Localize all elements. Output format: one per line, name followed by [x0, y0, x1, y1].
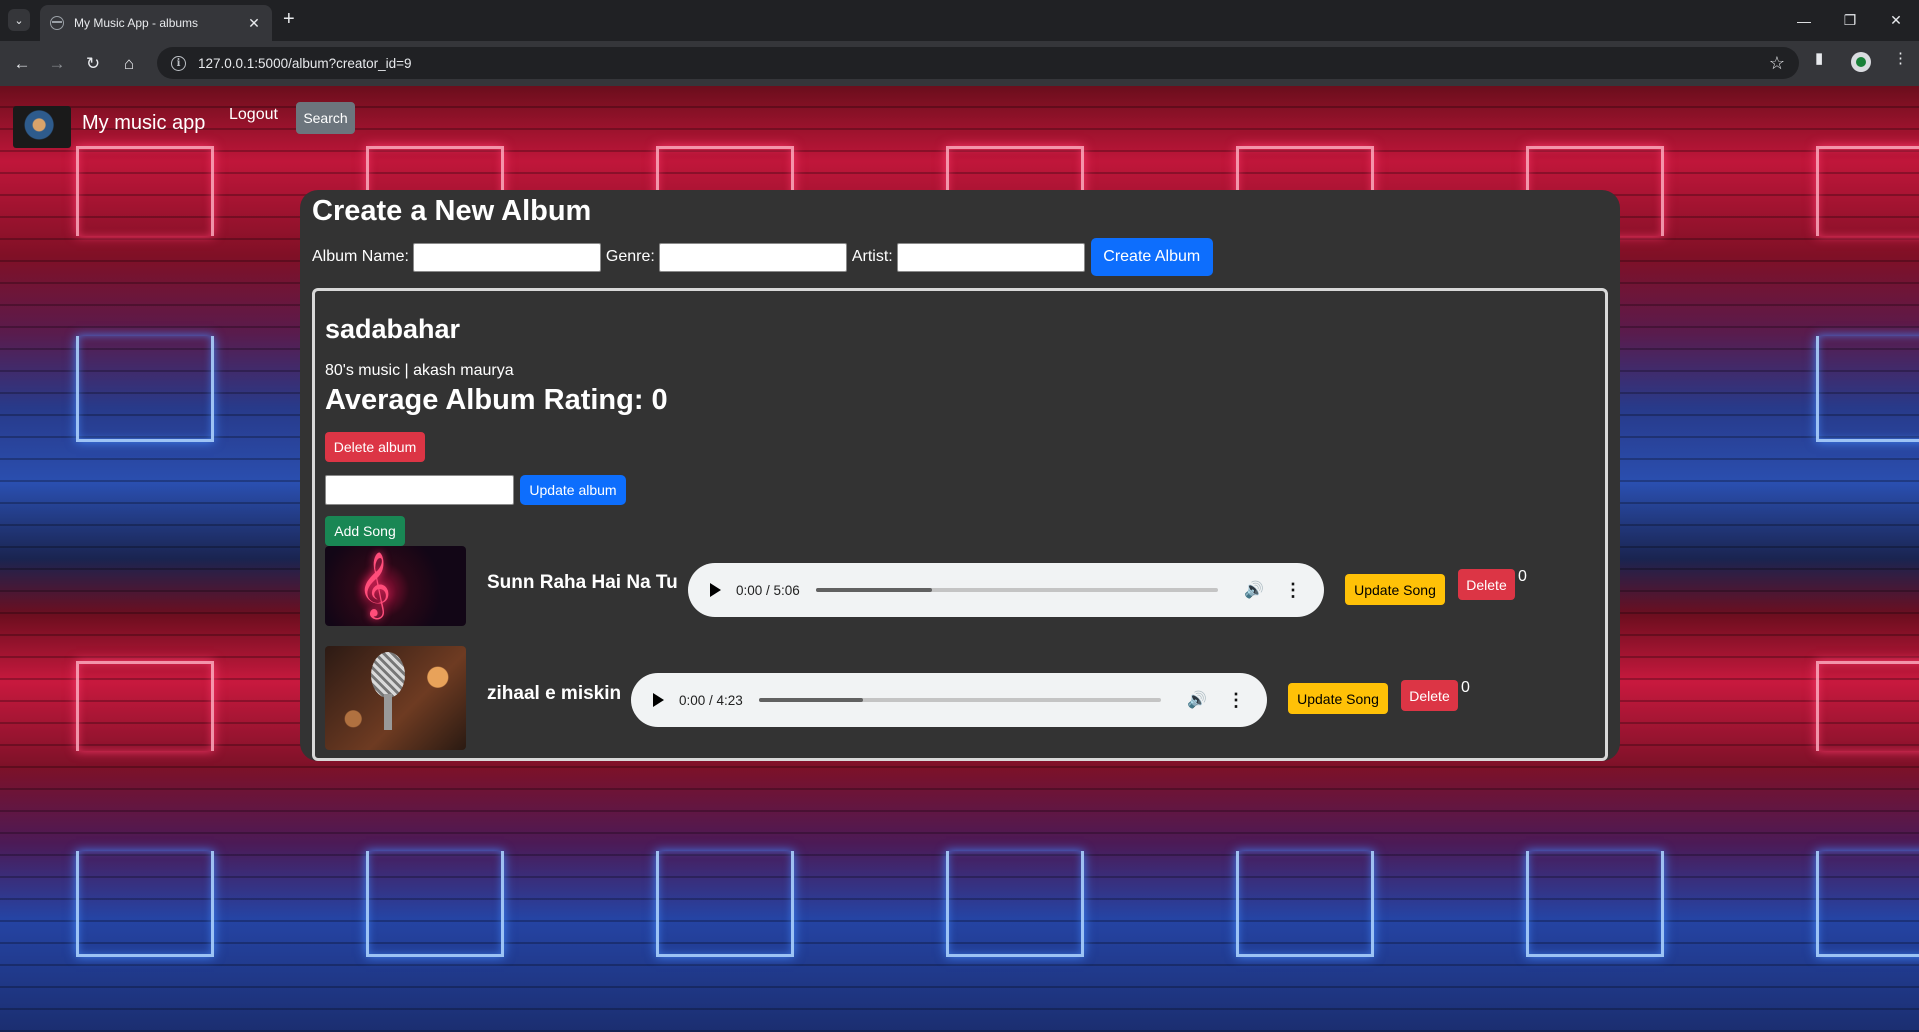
artist-input[interactable] [896, 242, 1085, 272]
audio-buffered-fill [815, 588, 933, 592]
album-meta: 80's music | akash maurya [325, 362, 514, 379]
song-title: Sunn Raha Hai Na Tu [487, 572, 678, 593]
browser-tab[interactable]: My Music App - albums ✕ [40, 5, 272, 41]
albums-panel: Create a New Album Album Name: Genre: Ar… [300, 190, 1620, 761]
audio-menu-icon[interactable]: ⋮ [1284, 580, 1302, 601]
new-tab-icon[interactable]: + [283, 8, 295, 30]
genre-input[interactable] [658, 242, 847, 272]
song-row: 𝄞 Sunn Raha Hai Na Tu 0:00 / 5:06 🔊 ⋮ Up… [325, 546, 1595, 650]
delete-song-button[interactable]: Delete [1401, 680, 1458, 711]
album-card: sadabahar 80's music | akash maurya Aver… [312, 288, 1608, 761]
url-text[interactable]: 127.0.0.1:5000/album?creator_id=9 [198, 56, 1769, 71]
update-album-input[interactable] [325, 475, 514, 505]
neon-light [76, 661, 214, 751]
home-icon[interactable]: ⌂ [116, 51, 142, 77]
add-song-button[interactable]: Add Song [325, 516, 405, 546]
neon-light [946, 851, 1084, 957]
update-album-button[interactable]: Update album [520, 475, 626, 505]
create-album-form: Album Name: Genre: Artist: Create Album [312, 238, 1213, 276]
album-name-input[interactable] [412, 242, 601, 272]
tab-search-icon[interactable]: ⌄ [8, 9, 30, 31]
audio-menu-icon[interactable]: ⋮ [1227, 690, 1245, 711]
minimize-icon[interactable]: — [1781, 0, 1827, 41]
song-title: zihaal e miskin [487, 683, 622, 704]
play-icon[interactable] [653, 693, 664, 707]
page-viewport: My music app Logout Search Create a New … [0, 86, 1919, 1032]
logout-link[interactable]: Logout [229, 106, 278, 124]
profile-avatar[interactable] [1851, 52, 1871, 72]
neon-light [76, 146, 214, 236]
neon-light [1526, 851, 1664, 957]
close-window-icon[interactable]: ✕ [1873, 0, 1919, 41]
tab-title: My Music App - albums [74, 16, 199, 30]
treble-clef-icon: 𝄞 [358, 552, 392, 617]
window-controls: — ❐ ✕ [1781, 0, 1919, 41]
song-rating-count: 0 [1518, 568, 1527, 585]
browser-chrome: ⌄ My Music App - albums ✕ + — ❐ ✕ ← → ↻ … [0, 0, 1919, 86]
play-icon[interactable] [710, 583, 721, 597]
tab-strip: ⌄ My Music App - albums ✕ + — ❐ ✕ [0, 0, 1919, 41]
volume-icon[interactable]: 🔊 [1187, 690, 1207, 710]
artist-label: Artist: [851, 248, 893, 265]
audio-player[interactable]: 0:00 / 4:23 🔊 ⋮ [631, 673, 1267, 727]
menu-kebab-icon[interactable]: ⋮ [1893, 49, 1908, 67]
forward-icon[interactable]: → [44, 51, 70, 77]
app-logo[interactable] [13, 106, 71, 148]
tab-close-icon[interactable]: ✕ [246, 15, 262, 32]
audio-buffered-fill [758, 698, 864, 702]
bookmark-star-icon[interactable]: ☆ [1769, 53, 1785, 74]
delete-album-button[interactable]: Delete album [325, 432, 425, 462]
genre-label: Genre: [605, 248, 655, 265]
song-thumbnail: 𝄞 [325, 546, 466, 626]
song-row: zihaal e miskin 0:00 / 4:23 🔊 ⋮ Update S… [325, 646, 1595, 750]
back-icon[interactable]: ← [9, 51, 35, 77]
audio-progress-track[interactable] [758, 698, 1162, 702]
globe-icon [50, 16, 64, 30]
audio-time: 0:00 / 5:06 [736, 582, 800, 598]
site-info-icon[interactable]: i [171, 55, 186, 71]
neon-light [1816, 146, 1919, 236]
create-album-button[interactable]: Create Album [1090, 238, 1213, 276]
song-thumbnail [325, 646, 466, 750]
album-rating: Average Album Rating: 0 [325, 384, 668, 416]
neon-light [1816, 336, 1919, 442]
neon-light [656, 851, 794, 957]
address-bar[interactable]: i 127.0.0.1:5000/album?creator_id=9 ☆ [157, 47, 1799, 79]
microphone-stand [384, 694, 392, 730]
reload-icon[interactable]: ↻ [80, 51, 106, 77]
microphone-icon [371, 652, 405, 698]
volume-icon[interactable]: 🔊 [1244, 580, 1264, 600]
update-song-button[interactable]: Update Song [1288, 683, 1388, 714]
search-button[interactable]: Search [296, 102, 355, 134]
neon-light [1236, 851, 1374, 957]
restore-icon[interactable]: ❐ [1827, 0, 1873, 41]
neon-light [1816, 661, 1919, 751]
delete-song-button[interactable]: Delete [1458, 569, 1515, 600]
neon-light [366, 851, 504, 957]
page-title: Create a New Album [312, 195, 592, 227]
app-brand[interactable]: My music app [82, 112, 205, 135]
update-song-button[interactable]: Update Song [1345, 574, 1445, 605]
neon-light [1816, 851, 1919, 957]
neon-light [76, 336, 214, 442]
neon-light [76, 851, 214, 957]
side-panel-icon[interactable]: ▮ [1815, 49, 1823, 67]
album-name-label: Album Name: [312, 248, 409, 265]
audio-progress-track[interactable] [815, 588, 1219, 592]
audio-time: 0:00 / 4:23 [679, 692, 743, 708]
song-rating-count: 0 [1461, 679, 1470, 696]
album-name: sadabahar [325, 314, 461, 344]
audio-player[interactable]: 0:00 / 5:06 🔊 ⋮ [688, 563, 1324, 617]
